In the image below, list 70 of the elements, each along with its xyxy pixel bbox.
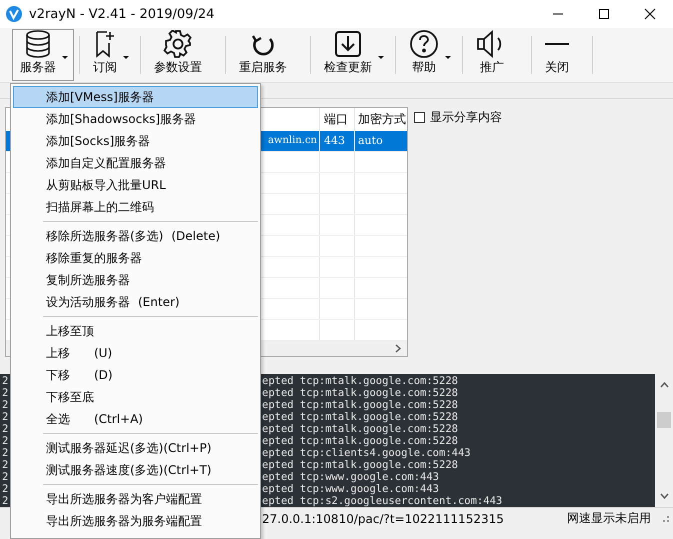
menu-item[interactable]: 扫描屏幕上的二维码	[13, 196, 258, 218]
log-text: 2	[2, 459, 8, 471]
toolbar-button[interactable]: 推广	[468, 29, 526, 81]
scroll-right-icon[interactable]	[395, 344, 401, 353]
table-cell: auto	[354, 130, 407, 151]
log-text: epted tcp:mtalk.google.com:5228	[262, 399, 458, 411]
scroll-thumb[interactable]	[657, 412, 671, 428]
table-cell: awnlin.cn	[268, 134, 317, 146]
log-text: 2	[2, 447, 8, 459]
log-text: 2	[2, 375, 8, 387]
maximize-icon[interactable]	[598, 8, 610, 20]
menu-item[interactable]: 测试服务器延迟(多选)(Ctrl+P)	[13, 437, 258, 459]
toolbar-button[interactable]: 订阅	[85, 29, 135, 81]
log-text: 2	[2, 495, 8, 507]
log-text: 2	[2, 411, 8, 423]
log-text: 2	[2, 483, 8, 495]
log-text: 2	[2, 399, 8, 411]
close-icon[interactable]	[644, 8, 656, 20]
checkbox[interactable]	[414, 112, 425, 123]
window-title: v2rayN - V2.41 - 2019/09/24	[29, 6, 214, 22]
settings-icon	[163, 30, 193, 58]
log-text: 2	[2, 471, 8, 483]
log-text: 2	[2, 435, 8, 447]
toolbar-button[interactable]: 关闭	[537, 29, 587, 81]
menu-item[interactable]: 上移 (U)	[13, 342, 258, 364]
toolbar-button[interactable]: 检查更新	[316, 29, 390, 81]
log-text: 2	[2, 423, 8, 435]
log-text: epted tcp:mtalk.google.com:5228	[262, 435, 458, 447]
menu-item[interactable]: 下移至底	[13, 386, 258, 408]
scroll-down-icon[interactable]	[660, 493, 668, 499]
menu-item[interactable]: 添加[Shadowsocks]服务器	[13, 108, 258, 130]
minus-icon	[545, 42, 569, 46]
status-text: 网速显示未启用	[567, 510, 651, 527]
menu-item[interactable]: 全选 (Ctrl+A)	[13, 408, 258, 430]
toolbar-button[interactable]: 重启服务	[231, 29, 305, 81]
log-text: epted tcp:mtalk.google.com:5228	[262, 459, 458, 471]
toolbar-button[interactable]: 帮助	[401, 29, 457, 81]
menu-item[interactable]: 移除重复的服务器	[13, 247, 258, 269]
bookmark-plus-icon	[93, 30, 117, 58]
log-text: epted tcp:www.google.com:443	[262, 471, 440, 483]
menu-item[interactable]: 复制所选服务器	[13, 269, 258, 291]
menu-item[interactable]: 导出所选服务器为服务端配置	[13, 510, 258, 532]
download-box-icon	[334, 30, 362, 58]
toolbar-button[interactable]: 服务器	[12, 29, 74, 81]
log-text: epted tcp:mtalk.google.com:5228	[262, 411, 458, 423]
scroll-up-icon[interactable]	[660, 382, 668, 388]
menu-item[interactable]: 上移至顶	[13, 320, 258, 342]
database-icon	[23, 30, 53, 58]
menu-item[interactable]: 添加自定义配置服务器	[13, 152, 258, 174]
toolbar-button[interactable]: 参数设置	[146, 29, 220, 81]
menu-item[interactable]: 导出所选服务器为客户端配置	[13, 488, 258, 510]
menu-item[interactable]: 添加[VMess]服务器	[13, 86, 258, 108]
log-text: epted tcp:s2.googleusercontent.com:443	[262, 495, 502, 507]
menu-item[interactable]: 添加[Socks]服务器	[13, 130, 258, 152]
menu-item[interactable]: 测试服务器速度(多选)(Ctrl+T)	[13, 459, 258, 481]
log-text: epted tcp:mtalk.google.com:5228	[262, 375, 458, 387]
checkbox-label: 显示分享内容	[430, 109, 502, 126]
menu-item[interactable]: 移除所选服务器(多选) (Delete)	[13, 225, 258, 247]
help-icon	[409, 30, 439, 58]
log-text: epted tcp:mtalk.google.com:5228	[262, 423, 458, 435]
table-cell: 443	[319, 130, 354, 151]
log-text: epted tcp:mtalk.google.com:5228	[262, 387, 458, 399]
app-logo-icon	[6, 6, 22, 22]
log-text: 2	[2, 387, 8, 399]
menu-item[interactable]: 设为活动服务器 (Enter)	[13, 291, 258, 313]
status-text: 27.0.0.1:10810/pac/?t=1022111152315	[262, 512, 504, 526]
menu-item[interactable]: 下移 (D)	[13, 364, 258, 386]
log-text: epted tcp:www.google.com:443	[262, 483, 440, 495]
log-text: epted tcp:clients4.google.com:443	[262, 447, 471, 459]
menu-item[interactable]: 从剪贴板导入批量URL	[13, 174, 258, 196]
